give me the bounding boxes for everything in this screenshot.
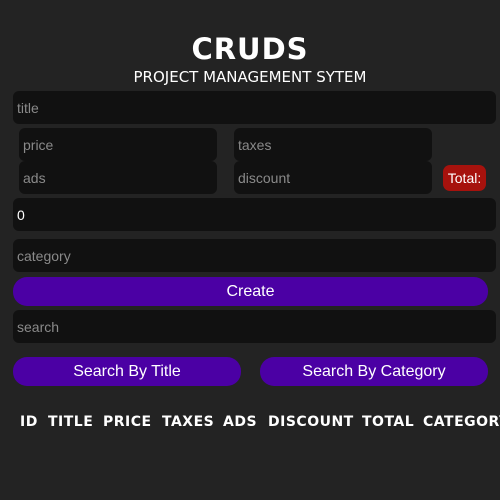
search-by-category-button[interactable]: Search By Category	[260, 357, 488, 386]
column-header-ads: ADS	[223, 414, 258, 430]
page-title: CRUDS	[191, 32, 309, 66]
column-header-category: CATEGORY	[423, 414, 500, 430]
create-button[interactable]: Create	[13, 277, 488, 306]
table-header-row: ID TITLE PRICE TAXES ADS DISCOUNT TOTAL …	[0, 412, 500, 432]
column-header-price: PRICE	[103, 414, 152, 430]
price-input[interactable]	[19, 128, 217, 161]
column-header-discount: DISCOUNT	[268, 414, 354, 430]
column-header-title: TITLE	[48, 414, 94, 430]
column-header-taxes: TAXES	[162, 414, 215, 430]
ads-input[interactable]	[19, 161, 217, 194]
page-subtitle: PROJECT MANAGEMENT SYTEM	[133, 68, 367, 86]
count-input[interactable]	[13, 198, 496, 231]
discount-input[interactable]	[234, 161, 432, 194]
category-input[interactable]	[13, 239, 496, 272]
title-input[interactable]	[13, 91, 496, 124]
taxes-input[interactable]	[234, 128, 432, 161]
search-input[interactable]	[13, 310, 496, 343]
crud-app: CRUDS PROJECT MANAGEMENT SYTEM Total: Cr…	[0, 0, 500, 500]
column-header-id: ID	[20, 414, 38, 430]
search-by-title-button[interactable]: Search By Title	[13, 357, 241, 386]
column-header-total: TOTAL	[362, 414, 415, 430]
total-badge: Total:	[443, 165, 486, 191]
